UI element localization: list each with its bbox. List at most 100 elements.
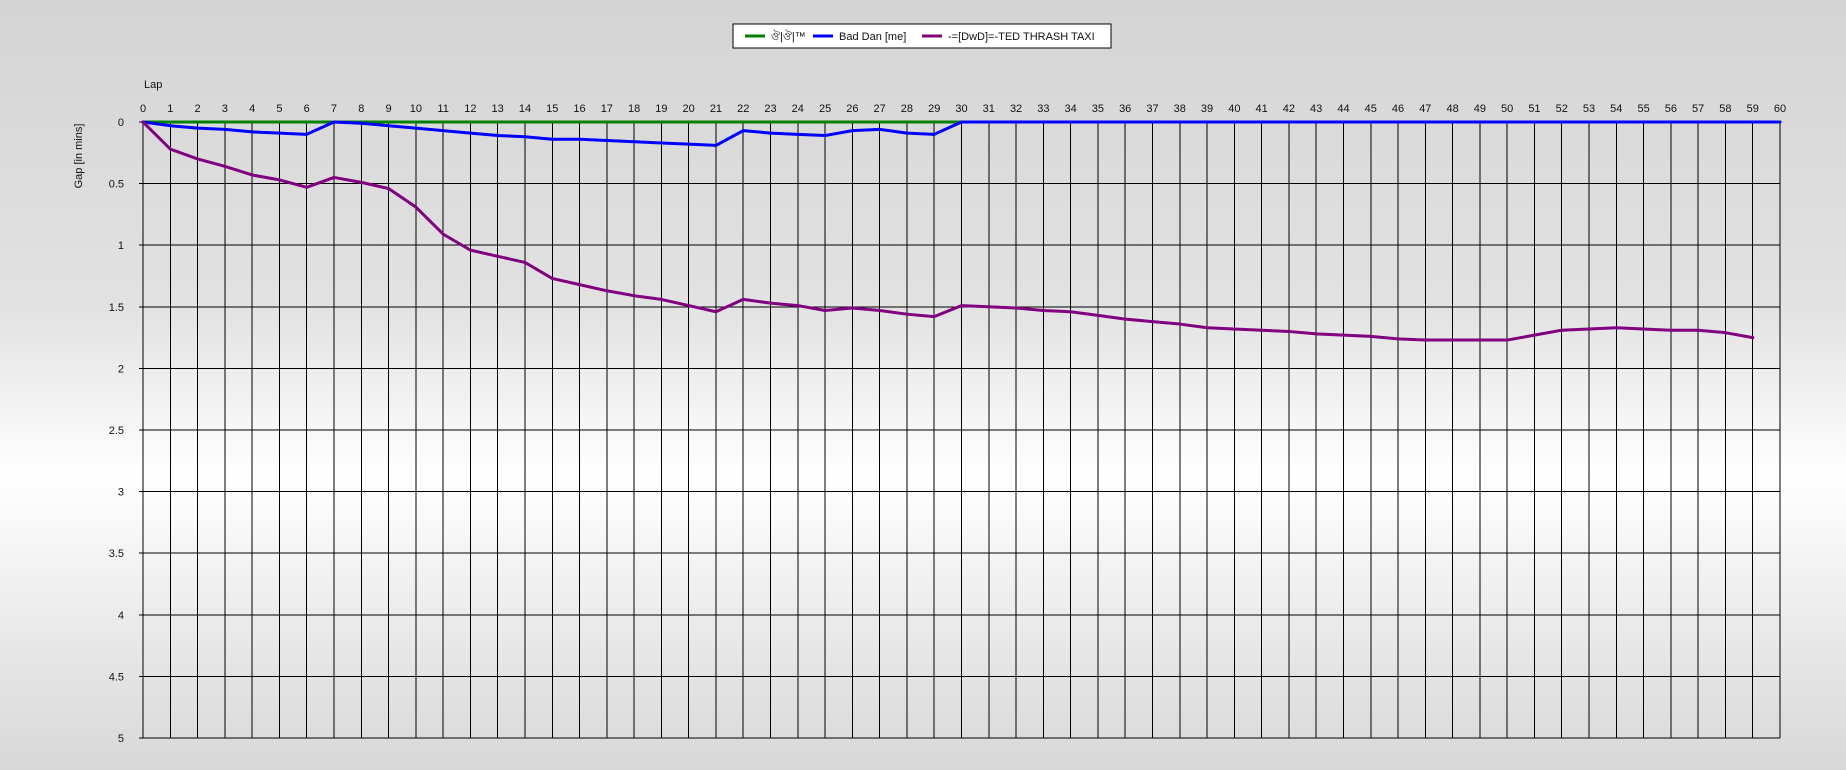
series-1-point — [196, 126, 200, 130]
gap-chart: ঔ|ঔ|™ Bad Dan [me] -=[DwD]=-TED THRASH TAX… — [0, 0, 1846, 770]
series-1-point — [168, 124, 172, 128]
x-tick-label: 25 — [819, 103, 831, 115]
series-1-point — [1642, 120, 1646, 124]
x-tick-label: 47 — [1419, 103, 1431, 115]
x-tick-label: 48 — [1446, 103, 1458, 115]
series-2-point — [1096, 313, 1100, 317]
series-2-point — [550, 276, 554, 280]
series-2-point — [1178, 322, 1182, 326]
series-2-point — [1396, 337, 1400, 341]
x-tick-label: 58 — [1719, 103, 1731, 115]
x-tick-label: 44 — [1337, 103, 1349, 115]
series-1-point — [878, 127, 882, 131]
series-1-point — [605, 138, 609, 142]
x-tick-label: 15 — [546, 103, 558, 115]
series-2-point — [659, 297, 663, 301]
series-2-point — [960, 304, 963, 308]
x-tick-label: 42 — [1283, 103, 1295, 115]
series-2-point — [1205, 326, 1209, 330]
series-1-point — [496, 134, 500, 138]
x-tick-label: 60 — [1774, 103, 1786, 115]
series-1-point — [1341, 120, 1345, 124]
series-2-point — [1014, 306, 1018, 310]
series-2-point — [714, 310, 718, 314]
series-1-point — [1205, 120, 1209, 124]
series-1-point — [550, 137, 554, 141]
series-1-point — [932, 132, 936, 136]
series-2-point — [359, 180, 363, 184]
series-2-point — [1751, 336, 1755, 340]
y-tick-label: 1 — [118, 240, 124, 252]
x-tick-label: 24 — [792, 103, 804, 115]
series-1-point — [905, 131, 909, 135]
series-2-point — [632, 294, 636, 298]
series-1-point — [960, 120, 963, 124]
series-1-point — [1614, 120, 1618, 124]
x-tick-label: 1 — [167, 103, 173, 115]
x-tick-label: 17 — [601, 103, 613, 115]
series-2-point — [1505, 338, 1509, 342]
series-2-point — [141, 120, 145, 124]
series-1-point — [1123, 120, 1127, 124]
series-2-point — [277, 178, 281, 182]
x-tick-label: 21 — [710, 103, 722, 115]
y-tick-labels: 0 0.5 1 1.5 2 2.5 3 3.5 4 4.5 5 — [109, 117, 124, 745]
series-2-point — [769, 301, 773, 305]
x-axis-title: Lap — [144, 79, 162, 91]
x-tick-label: 35 — [1092, 103, 1104, 115]
x-tick-label: 40 — [1228, 103, 1240, 115]
x-tick-label: 28 — [901, 103, 913, 115]
x-tick-label: 31 — [983, 103, 995, 115]
series-1-point — [223, 127, 227, 131]
series-1-point — [1723, 120, 1727, 124]
series-1-point — [687, 142, 691, 146]
series-1-point — [659, 141, 663, 145]
series-2-point — [168, 147, 172, 151]
series-1-point — [850, 129, 854, 133]
x-tick-label: 34 — [1065, 103, 1077, 115]
y-tick-label: 0 — [118, 117, 124, 129]
x-tick-label: 13 — [492, 103, 504, 115]
x-tick-label: 20 — [683, 103, 695, 115]
series-2-point — [1669, 328, 1673, 332]
x-tick-label: 26 — [846, 103, 858, 115]
x-tick-label: 43 — [1310, 103, 1322, 115]
series-1-point — [277, 131, 281, 135]
series-1-point — [441, 129, 445, 133]
x-tick-label: 49 — [1474, 103, 1486, 115]
x-tick-label: 55 — [1637, 103, 1649, 115]
y-tick-label: 0.5 — [109, 179, 124, 191]
series-2-point — [1560, 328, 1564, 332]
x-tick-label: 19 — [655, 103, 667, 115]
series-1-point — [523, 135, 527, 139]
series-2-point — [468, 248, 472, 252]
series-2-point — [1041, 309, 1045, 312]
series-1-point — [769, 131, 773, 135]
x-tick-label: 54 — [1610, 103, 1622, 115]
x-tick-label: 38 — [1174, 103, 1186, 115]
series-2-point — [414, 205, 418, 209]
y-tick-label: 4.5 — [109, 671, 124, 683]
legend: ঔ|ঔ|™ Bad Dan [me] -=[DwD]=-TED THRASH TAX… — [732, 23, 1112, 49]
series-1-point — [1369, 120, 1373, 124]
series-2-point — [878, 309, 882, 312]
chart-svg: ঔ|ঔ|™ Bad Dan [me] -=[DwD]=-TED THRASH TAX… — [73, 23, 1786, 745]
x-tick-label: 4 — [249, 103, 255, 115]
series-2-point — [1150, 320, 1154, 324]
x-tick-label: 3 — [222, 103, 228, 115]
series-1-point — [1696, 120, 1700, 124]
series-1-point — [741, 129, 745, 133]
x-tick-label: 41 — [1255, 103, 1267, 115]
x-tick-label: 45 — [1365, 103, 1377, 115]
x-tick-label: 6 — [304, 103, 310, 115]
x-tick-label: 57 — [1692, 103, 1704, 115]
series-1-point — [1178, 120, 1182, 124]
x-tick-label: 22 — [737, 103, 749, 115]
series-2-point — [687, 304, 691, 308]
series-1-point — [1451, 120, 1455, 124]
x-tick-label: 23 — [764, 103, 776, 115]
series-1-point — [1069, 120, 1073, 124]
series-2-point — [823, 309, 827, 312]
series-2-point — [796, 304, 800, 308]
series-2-point — [1723, 331, 1727, 335]
